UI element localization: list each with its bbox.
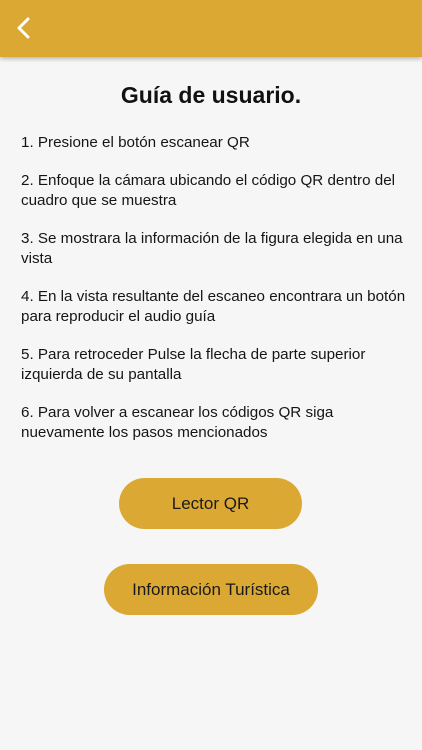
page-title: Guía de usuario.	[120, 82, 302, 108]
instruction-step-1: 1. Presione el botón escanear QR	[21, 134, 250, 151]
instruction-step-4: 4. En la vista resultante del escaneo en…	[21, 288, 406, 325]
chevron-left-icon	[17, 17, 30, 39]
tourist-info-button[interactable]: Información Turística	[104, 564, 318, 615]
back-button[interactable]	[8, 12, 40, 44]
qr-reader-button[interactable]: Lector QR	[119, 478, 302, 529]
instruction-step-6: 6. Para volver a escanear los códigos QR…	[21, 404, 334, 441]
instruction-list: 1. Presione el botón escanear QR 2. Enfo…	[21, 133, 406, 461]
instruction-step-5: 5. Para retroceder Pulse la flecha de pa…	[21, 346, 366, 383]
instruction-step-2: 2. Enfoque la cámara ubicando el código …	[21, 172, 396, 209]
app-bar	[0, 0, 422, 57]
instruction-step-3: 3. Se mostrara la información de la figu…	[21, 230, 403, 267]
